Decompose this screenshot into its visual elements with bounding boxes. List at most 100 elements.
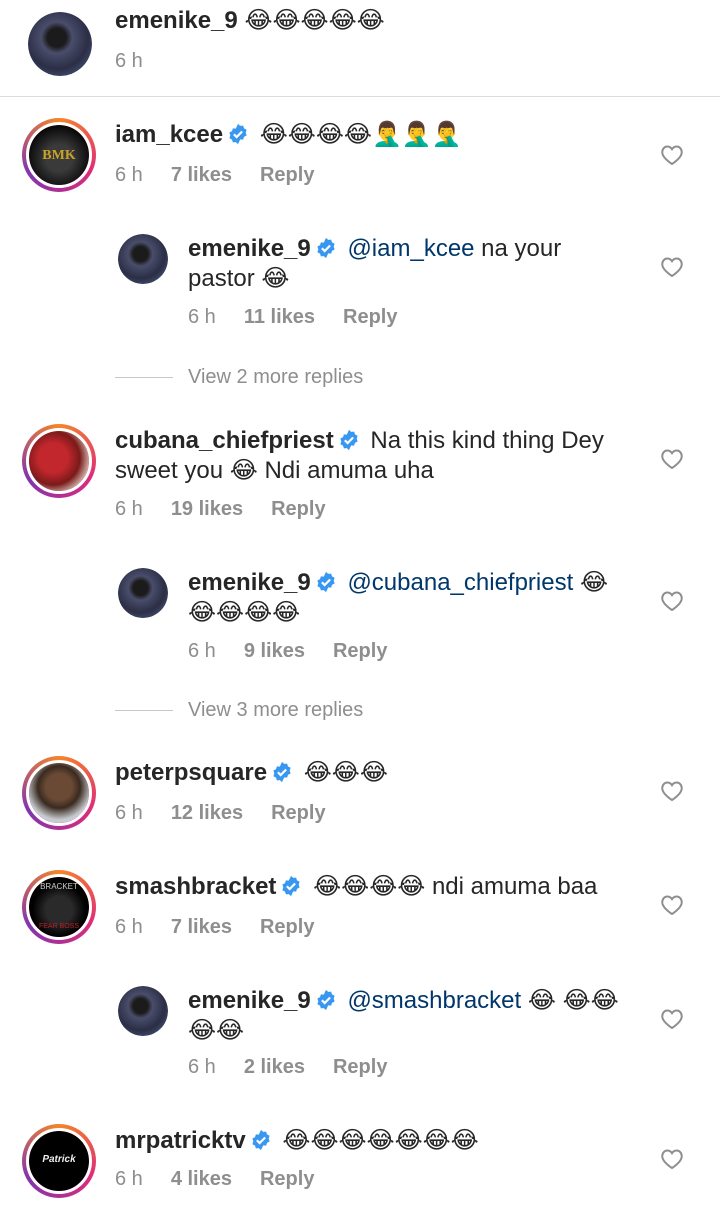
comment-item: BRACKET FEAR BOSS smashbracket 😂😂😂😂 ndi a…	[0, 866, 720, 966]
username[interactable]: mrpatricktv	[115, 1127, 246, 1154]
comment-item: cubana_chiefpriest Na this kind thing De…	[0, 420, 720, 530]
timestamp: 6 h	[188, 640, 216, 662]
comment-text-line2: 😂😂	[188, 1017, 245, 1044]
heart-outline-icon[interactable]	[660, 894, 684, 916]
timestamp: 6 h	[115, 916, 143, 938]
mention-link[interactable]: @iam_kcee	[347, 235, 474, 262]
comment-text-line2: sweet you 😂 Ndi amuma uha	[115, 457, 434, 484]
reply-button[interactable]: Reply	[333, 640, 387, 662]
avatar[interactable]: Patrick	[22, 1124, 96, 1198]
avatar[interactable]	[118, 986, 168, 1036]
comment-text: 😂	[573, 569, 608, 596]
reply-button[interactable]: Reply	[260, 1168, 314, 1190]
comment-meta: 6 h 11 likes Reply	[188, 306, 425, 329]
timestamp: 6 h	[115, 498, 143, 520]
heart-outline-icon[interactable]	[660, 1008, 684, 1030]
reply-item: emenike_9 @iam_kcee na your pastor 😂 6 h…	[0, 222, 720, 342]
verified-badge-icon	[282, 875, 301, 897]
avatar[interactable]: BMK	[22, 118, 96, 192]
comment-item: Patrick mrpatricktv 😂😂😂😂😂😂😂 6 h 4 likes Re…	[0, 1120, 720, 1218]
comment-text-line2: 😂😂😂😂	[188, 599, 301, 626]
mention-link[interactable]: @smashbracket	[347, 987, 521, 1014]
timestamp: 6 h	[115, 1168, 143, 1190]
comment-text: 😂😂😂😂😂	[244, 7, 385, 34]
comment-item: BMK iam_kcee 😂😂😂😂🤦‍♂️🤦‍♂️🤦‍♂️ 6 h 7 likes…	[0, 110, 720, 210]
heart-outline-icon[interactable]	[660, 144, 684, 166]
timestamp: 6 h	[188, 306, 216, 328]
comment-text: 😂 😂😂	[521, 987, 619, 1014]
comment-item: emenike_9 😂😂😂😂😂 6 h	[0, 0, 720, 96]
avatar[interactable]: BRACKET FEAR BOSS	[22, 870, 96, 944]
reply-button[interactable]: Reply	[271, 802, 325, 824]
reply-button[interactable]: Reply	[271, 498, 325, 520]
avatar[interactable]	[118, 568, 168, 618]
verified-badge-icon	[317, 237, 335, 259]
verified-badge-icon	[273, 761, 291, 783]
view-more-replies[interactable]: View 3 more replies	[115, 699, 363, 722]
comment-text: na your	[474, 235, 562, 262]
comment-text: 😂😂😂😂 ndi amuma baa	[313, 873, 598, 900]
likes-count[interactable]: 4 likes	[171, 1168, 232, 1190]
username[interactable]: cubana_chiefpriest	[115, 427, 334, 454]
heart-outline-icon[interactable]	[660, 590, 684, 612]
reply-button[interactable]: Reply	[343, 306, 397, 328]
comment-meta: 6 h 9 likes Reply	[188, 640, 415, 663]
timestamp: 6 h	[188, 1056, 216, 1078]
avatar-label: Patrick	[42, 1153, 76, 1165]
verified-badge-icon	[340, 429, 358, 451]
heart-outline-icon[interactable]	[660, 448, 684, 470]
verified-badge-icon	[317, 989, 335, 1011]
mention-link[interactable]: @cubana_chiefpriest	[347, 569, 573, 596]
heart-outline-icon[interactable]	[660, 1148, 684, 1170]
likes-count[interactable]: 2 likes	[244, 1056, 305, 1078]
likes-count[interactable]: 7 likes	[171, 916, 232, 938]
comment-meta: 6 h 4 likes Reply	[115, 1168, 342, 1191]
username[interactable]: peterpsquare	[115, 759, 267, 786]
reply-button[interactable]: Reply	[260, 164, 314, 186]
comment-meta: 6 h 7 likes Reply	[115, 916, 342, 939]
verified-badge-icon	[252, 1129, 270, 1151]
timestamp: 6 h	[115, 50, 143, 72]
likes-count[interactable]: 19 likes	[171, 498, 243, 520]
likes-count[interactable]: 12 likes	[171, 802, 243, 824]
reply-item: emenike_9 @cubana_chiefpriest 😂 😂😂😂😂 6 h…	[0, 556, 720, 676]
timestamp: 6 h	[115, 802, 143, 824]
comment-meta: 6 h 12 likes Reply	[115, 802, 354, 825]
likes-count[interactable]: 11 likes	[244, 306, 315, 328]
likes-count[interactable]: 7 likes	[171, 164, 232, 186]
comment-text: 😂😂😂😂🤦‍♂️🤦‍♂️🤦‍♂️	[259, 121, 462, 148]
username[interactable]: emenike_9	[115, 7, 238, 34]
comment-meta: 6 h 7 likes Reply	[115, 164, 342, 187]
comment-text-line2: pastor 😂	[188, 265, 290, 292]
avatar-label: BRACKET	[40, 881, 78, 891]
avatar-label: BMK	[42, 147, 76, 163]
heart-outline-icon[interactable]	[660, 780, 684, 802]
username[interactable]: emenike_9	[188, 987, 311, 1014]
avatar[interactable]	[28, 12, 92, 76]
reply-button[interactable]: Reply	[333, 1056, 387, 1078]
comment-text: 😂😂😂	[303, 759, 388, 786]
view-more-replies[interactable]: View 2 more replies	[115, 366, 363, 389]
verified-badge-icon	[317, 571, 335, 593]
comment-meta: 6 h 19 likes Reply	[115, 498, 354, 521]
username[interactable]: emenike_9	[188, 569, 311, 596]
avatar[interactable]	[118, 234, 168, 284]
heart-outline-icon[interactable]	[660, 256, 684, 278]
likes-count[interactable]: 9 likes	[244, 640, 305, 662]
avatar[interactable]	[22, 424, 96, 498]
verified-badge-icon	[229, 123, 247, 145]
timestamp: 6 h	[115, 164, 143, 186]
username[interactable]: emenike_9	[188, 235, 311, 262]
divider	[0, 96, 720, 97]
username[interactable]: iam_kcee	[115, 121, 223, 148]
comment-meta: 6 h 2 likes Reply	[188, 1056, 415, 1079]
comment-meta: 6 h	[115, 50, 171, 73]
comment-text: Na this kind thing Dey	[363, 427, 604, 454]
reply-item: emenike_9 @smashbracket 😂 😂😂 😂😂 6 h 2 lik…	[0, 974, 720, 1094]
comment-item: peterpsquare 😂😂😂 6 h 12 likes Reply	[0, 752, 720, 852]
comment-text: 😂😂😂😂😂😂😂	[282, 1127, 479, 1154]
avatar-label: FEAR BOSS	[38, 922, 80, 930]
username[interactable]: smashbracket	[115, 873, 276, 900]
avatar[interactable]	[22, 756, 96, 830]
reply-button[interactable]: Reply	[260, 916, 314, 938]
